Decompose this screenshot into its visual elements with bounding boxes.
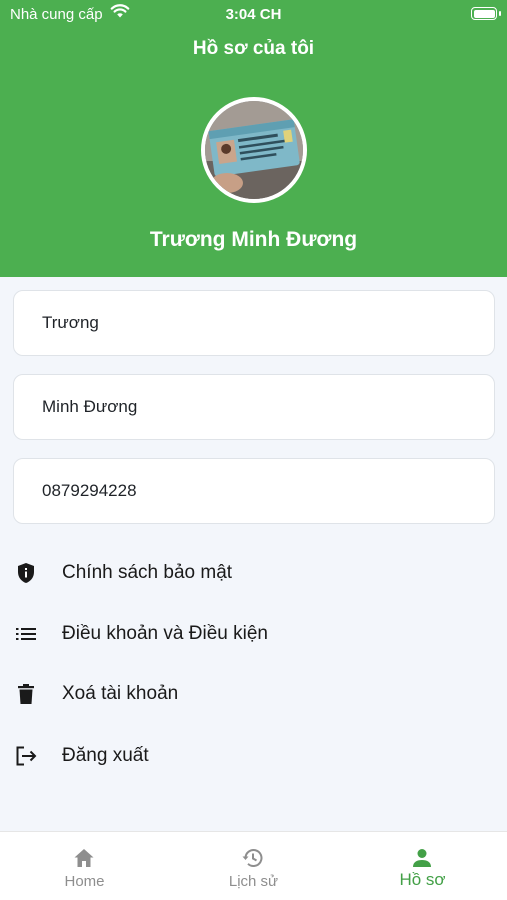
status-time: 3:04 CH	[225, 6, 282, 23]
menu-label-privacy: Chính sách bảo mật	[62, 562, 233, 583]
home-icon	[74, 849, 94, 867]
tab-profile[interactable]: Hồ sơ	[338, 832, 507, 900]
menu-item-logout[interactable]: Đăng xuất	[0, 734, 507, 778]
id-card-photo	[205, 101, 303, 199]
status-bar: Nhà cung cấp 3:04 CH	[0, 0, 507, 28]
menu-item-privacy[interactable]: Chính sách bảo mật	[0, 551, 507, 595]
trash-icon	[14, 682, 38, 706]
profile-header: Nhà cung cấp 3:04 CH Hồ sơ của tôi Trươn…	[0, 0, 507, 277]
first-name-field[interactable]: Minh Đương	[13, 374, 495, 440]
logout-icon	[14, 744, 38, 768]
menu-label-delete-account: Xoá tài khoản	[62, 683, 179, 704]
last-name-field[interactable]: Trương	[13, 290, 495, 356]
page-title: Hồ sơ của tôi	[192, 38, 315, 59]
list-icon	[14, 622, 38, 646]
battery-icon	[471, 7, 497, 20]
bottom-tab-bar: Home Lịch sử Hồ sơ	[0, 831, 507, 900]
tab-label-home: Home	[64, 873, 105, 890]
tab-home[interactable]: Home	[0, 832, 169, 900]
tab-label-profile: Hồ sơ	[399, 870, 446, 889]
menu-item-delete-account[interactable]: Xoá tài khoản	[0, 672, 507, 716]
profile-full-name: Trương Minh Đương	[149, 228, 358, 251]
menu-label-terms: Điều khoản và Điều kiện	[62, 623, 268, 644]
history-icon	[242, 849, 263, 867]
person-icon	[413, 849, 431, 867]
phone-field[interactable]: 0879294228	[13, 458, 495, 524]
menu-item-terms[interactable]: Điều khoản và Điều kiện	[0, 612, 507, 656]
tab-history[interactable]: Lịch sử	[169, 832, 338, 900]
shield-icon	[14, 561, 38, 585]
avatar[interactable]	[201, 97, 307, 203]
tab-label-history: Lịch sử	[228, 873, 279, 890]
menu-label-logout: Đăng xuất	[62, 745, 149, 766]
